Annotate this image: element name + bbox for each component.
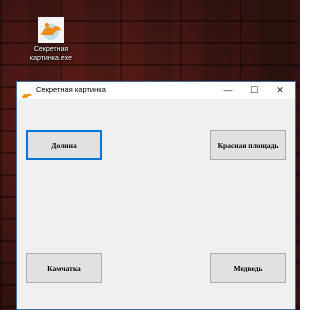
app-window: Секретная картинка — ☐ ✕ Долина Красная … — [16, 81, 296, 310]
desktop-shortcut-label: Секретная картинка.exe — [27, 45, 75, 63]
shortcut-label-line2: картинка.exe — [29, 55, 73, 62]
bear-button[interactable]: Медведь — [210, 253, 286, 283]
maximize-button[interactable]: ☐ — [241, 82, 267, 99]
app-file-icon — [38, 17, 64, 43]
close-button[interactable]: ✕ — [267, 82, 293, 99]
red-square-button[interactable]: Красная площадь — [210, 130, 286, 160]
kamchatka-button[interactable]: Камчатка — [26, 253, 102, 283]
shortcut-label-line1: Секретная — [33, 46, 69, 53]
minimize-button[interactable]: — — [215, 82, 241, 99]
app-logo-icon — [22, 86, 32, 98]
desktop-shortcut-secret-picture[interactable]: Секретная картинка.exe — [27, 17, 75, 63]
valley-button[interactable]: Долина — [26, 130, 102, 160]
window-title: Секретная картинка — [36, 85, 106, 94]
window-titlebar[interactable]: Секретная картинка — ☐ ✕ — [17, 82, 295, 99]
